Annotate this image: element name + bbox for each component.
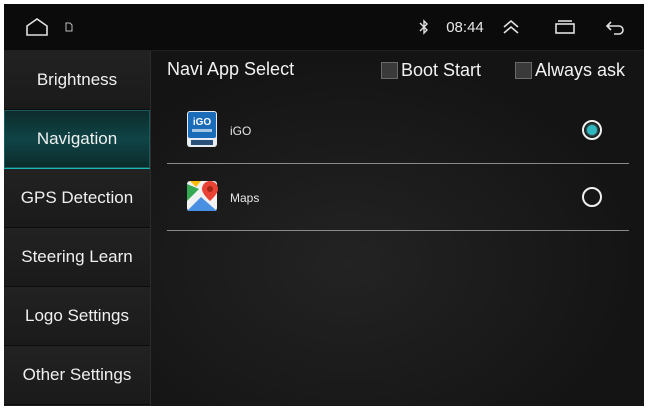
recent-apps-icon[interactable] bbox=[552, 4, 578, 50]
settings-sidebar: Brightness Navigation GPS Detection Stee… bbox=[4, 51, 151, 406]
navi-app-panel: Navi App Select Boot Start Always ask iG… bbox=[151, 51, 644, 406]
google-maps-icon bbox=[187, 179, 218, 215]
home-icon[interactable] bbox=[22, 4, 52, 50]
sidebar-item-logo-settings[interactable]: Logo Settings bbox=[4, 287, 150, 346]
app-name-igo: iGO bbox=[230, 124, 252, 138]
sidebar-item-brightness[interactable]: Brightness bbox=[4, 51, 150, 110]
sidebar-item-steering-learn[interactable]: Steering Learn bbox=[4, 228, 150, 287]
bluetooth-icon bbox=[416, 4, 432, 50]
sidebar-item-other-settings[interactable]: Other Settings bbox=[4, 346, 150, 405]
boot-start-label: Boot Start bbox=[401, 59, 482, 80]
sidebar-item-navigation[interactable]: Navigation bbox=[4, 110, 150, 171]
svg-text:iGO: iGO bbox=[193, 117, 212, 128]
expand-up-icon[interactable] bbox=[498, 4, 524, 50]
back-icon[interactable] bbox=[602, 4, 628, 50]
app-name-maps: Maps bbox=[230, 191, 260, 205]
always-ask-label: Always ask bbox=[535, 59, 626, 80]
checkbox-box[interactable] bbox=[381, 61, 398, 79]
boot-start-checkbox[interactable]: Boot Start bbox=[381, 59, 481, 81]
sidebar-item-gps-detection[interactable]: GPS Detection bbox=[4, 169, 150, 228]
app-row-igo[interactable]: iGO iGO bbox=[167, 97, 629, 164]
radio-igo[interactable] bbox=[582, 120, 602, 140]
page-title: Navi App Select bbox=[167, 59, 295, 79]
settings-screen: 08:44 Brightness Navigation GPS Detectio… bbox=[4, 4, 644, 406]
radio-maps[interactable] bbox=[582, 187, 602, 207]
sd-card-icon bbox=[62, 4, 76, 50]
app-row-maps[interactable]: Maps bbox=[167, 164, 629, 231]
igo-app-icon: iGO bbox=[187, 111, 217, 147]
clock-time: 08:44 bbox=[446, 18, 484, 36]
checkbox-box[interactable] bbox=[515, 61, 532, 79]
always-ask-checkbox[interactable]: Always ask bbox=[515, 59, 625, 81]
status-bar: 08:44 bbox=[4, 4, 644, 51]
